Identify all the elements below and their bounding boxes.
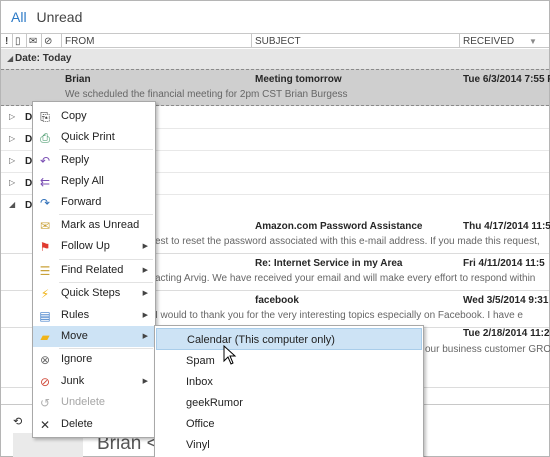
filter-bar: All Unread — [11, 9, 88, 25]
move-target-office[interactable]: Office — [156, 413, 422, 435]
group-header-today[interactable]: ◢ Date: Today — [1, 49, 549, 69]
menu-item-forward[interactable]: ↷ Forward — [33, 192, 155, 213]
menu-item-junk[interactable]: ⊘ Junk ▶ — [33, 371, 155, 392]
collapse-triangle-icon[interactable]: ◢ — [9, 200, 15, 209]
item-type-column-icon[interactable]: ▯ — [15, 35, 21, 48]
flag-icon: ⚑ — [39, 240, 51, 254]
submenu-arrow-icon: ▶ — [142, 378, 148, 385]
menu-item-reply[interactable]: ↶ Reply — [33, 150, 155, 171]
menu-item-move[interactable]: ▰ Move ▶ — [33, 326, 155, 347]
message-preview: acting Arvig. We have received your emai… — [155, 273, 536, 284]
envelope-icon: ✉ — [39, 219, 51, 233]
undelete-icon: ↺ — [39, 396, 51, 410]
context-menu: ⎘ Copy ⎙ Quick Print ↶ Reply ⇇ Reply All… — [32, 101, 156, 438]
reply-icon[interactable]: ⟲ — [13, 415, 22, 428]
received-column-header[interactable]: RECEIVED — [463, 35, 514, 48]
reply-icon: ↶ — [39, 154, 51, 168]
submenu-arrow-icon: ▶ — [142, 333, 148, 340]
attachment-column-icon[interactable]: ⊘ — [44, 35, 52, 48]
message-subject: Meeting tomorrow — [255, 74, 342, 85]
menu-item-rules[interactable]: ▤ Rules ▶ — [33, 305, 155, 326]
folder-move-icon: ▰ — [40, 330, 50, 344]
message-received: Tue 6/3/2014 7:55 P — [463, 74, 550, 85]
message-received: Wed 3/5/2014 9:31 — [463, 295, 549, 306]
expand-triangle-icon[interactable]: ▷ — [9, 178, 15, 187]
message-subject: facebook — [255, 295, 299, 306]
message-from: Brian — [65, 74, 91, 85]
filter-all[interactable]: All — [11, 9, 27, 25]
expand-triangle-icon[interactable]: ▷ — [9, 134, 15, 143]
menu-item-find-related[interactable]: ☰ Find Related ▶ — [33, 260, 155, 281]
submenu-arrow-icon: ▶ — [142, 290, 148, 297]
flag-status-column-icon[interactable]: ✉ — [29, 35, 37, 48]
submenu-arrow-icon: ▶ — [142, 267, 148, 274]
move-submenu: Calendar (This computer only) Spam Inbox… — [154, 325, 424, 457]
menu-item-quick-print[interactable]: ⎙ Quick Print — [33, 127, 155, 148]
message-preview: We scheduled the financial meeting for 2… — [65, 89, 348, 100]
message-received: Fri 4/11/2014 11:5 — [463, 258, 545, 269]
printer-icon: ⎙ — [40, 131, 50, 145]
collapse-triangle-icon[interactable]: ◢ — [7, 49, 13, 69]
move-target-vinyl[interactable]: Vinyl — [156, 434, 422, 456]
submenu-arrow-icon: ▶ — [142, 243, 148, 250]
subject-column-header[interactable]: SUBJECT — [255, 35, 301, 48]
submenu-arrow-icon: ▶ — [142, 312, 148, 319]
message-received: Thu 4/17/2014 11:5 — [463, 221, 550, 232]
menu-item-follow-up[interactable]: ⚑ Follow Up ▶ — [33, 236, 155, 257]
menu-item-delete[interactable]: ✕ Delete — [33, 414, 155, 435]
filter-unread[interactable]: Unread — [36, 9, 82, 25]
message-subject: Re: Internet Service in my Area — [255, 258, 403, 269]
ignore-icon: ⊗ — [39, 353, 51, 367]
copy-icon: ⎘ — [40, 110, 50, 124]
expand-triangle-icon[interactable]: ▷ — [9, 112, 15, 121]
importance-column-icon[interactable]: ! — [5, 35, 8, 48]
menu-item-ignore[interactable]: ⊗ Ignore — [33, 349, 155, 370]
message-preview: our business customer GRO — [425, 344, 550, 355]
column-header: ! ▯ ✉ ⊘ FROM SUBJECT RECEIVED ▼ — [1, 33, 549, 48]
menu-item-reply-all[interactable]: ⇇ Reply All — [33, 171, 155, 192]
move-target-spam[interactable]: Spam — [156, 350, 422, 372]
reply-all-icon: ⇇ — [39, 175, 51, 189]
menu-item-undelete: ↺ Undelete — [33, 392, 155, 413]
message-subject: Amazon.com Password Assistance — [255, 221, 423, 232]
menu-item-copy[interactable]: ⎘ Copy — [33, 106, 155, 127]
from-column-header[interactable]: FROM — [65, 35, 94, 48]
junk-icon: ⊘ — [39, 375, 51, 389]
move-target-inbox[interactable]: Inbox — [156, 371, 422, 393]
lightning-icon: ⚡ — [40, 287, 50, 301]
message-preview: I would to thank you for the very intere… — [155, 310, 523, 321]
menu-item-quick-steps[interactable]: ⚡ Quick Steps ▶ — [33, 283, 155, 304]
move-target-geekrumor[interactable]: geekRumor — [156, 392, 422, 414]
mouse-cursor-icon — [223, 345, 237, 365]
find-related-icon: ☰ — [39, 264, 51, 278]
forward-icon: ↷ — [39, 196, 51, 210]
message-preview: est to reset the password associated wit… — [155, 236, 540, 247]
message-received: Tue 2/18/2014 11:2 — [463, 328, 550, 339]
move-target-calendar[interactable]: Calendar (This computer only) — [156, 328, 422, 350]
expand-triangle-icon[interactable]: ▷ — [9, 156, 15, 165]
rules-icon: ▤ — [39, 309, 51, 323]
sort-descending-icon[interactable]: ▼ — [529, 35, 537, 48]
menu-item-mark-unread[interactable]: ✉ Mark as Unread — [33, 215, 155, 236]
delete-icon: ✕ — [39, 418, 51, 432]
